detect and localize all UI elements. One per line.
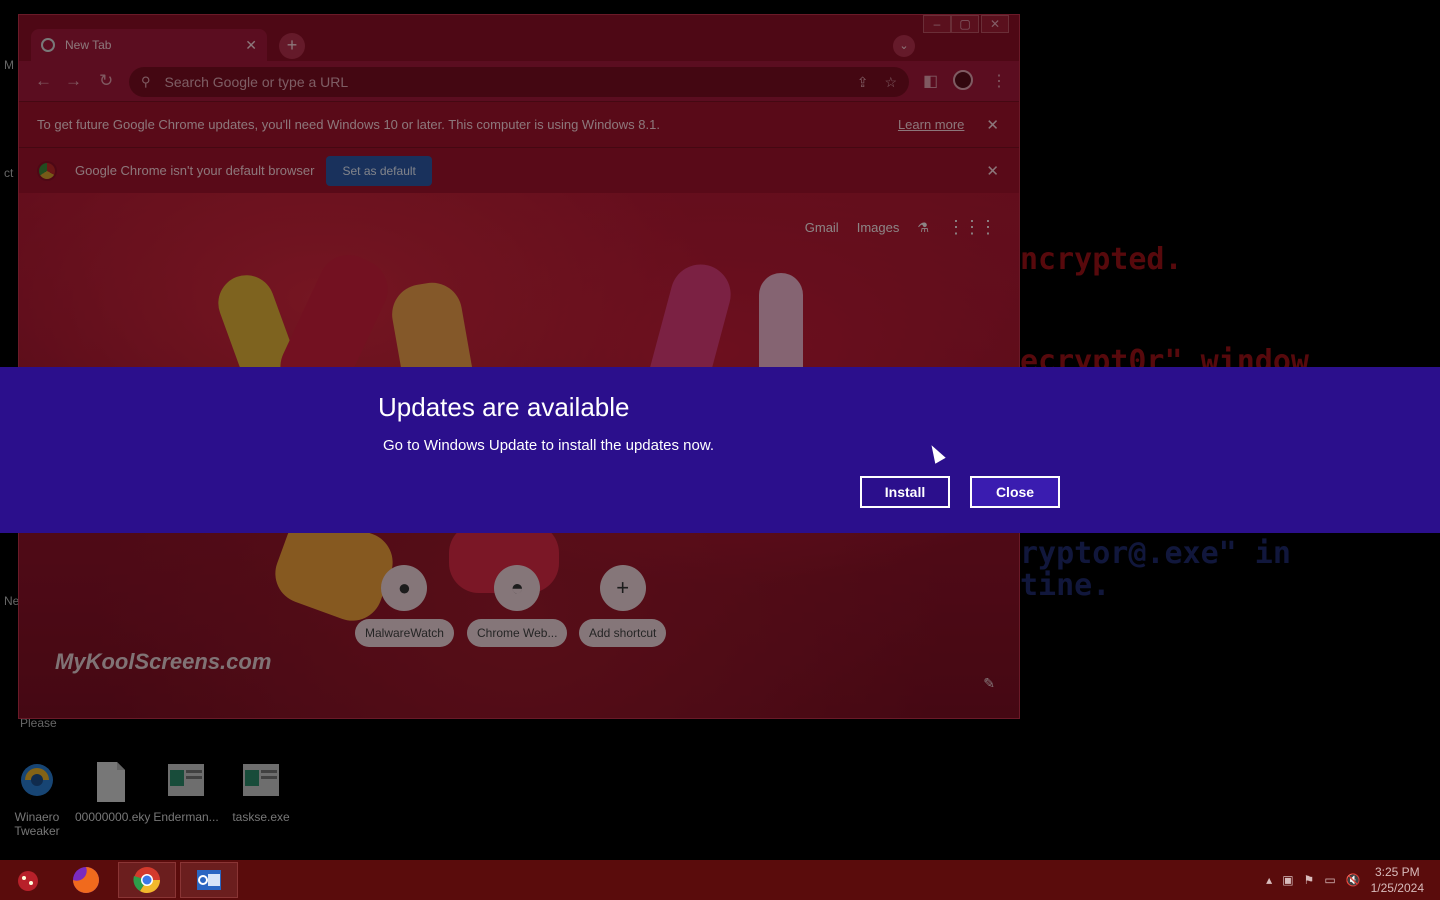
taskbar-chrome-icon[interactable]: [118, 862, 176, 898]
dialog-title: Updates are available: [378, 392, 630, 422]
network-device-icon[interactable]: ▣: [1282, 873, 1293, 887]
start-button[interactable]: [0, 862, 56, 898]
clock-time: 3:25 PM: [1374, 865, 1420, 879]
action-center-flag-icon[interactable]: ⚑: [1304, 873, 1315, 887]
show-hidden-icons-icon[interactable]: ▴: [1266, 873, 1272, 887]
install-button[interactable]: Install: [860, 476, 950, 508]
taskbar-firefox-icon[interactable]: [58, 862, 114, 898]
clock[interactable]: 3:25 PM 1/25/2024: [1371, 864, 1424, 896]
volume-muted-icon[interactable]: 🔇: [1346, 873, 1361, 887]
close-button[interactable]: Close: [970, 476, 1060, 508]
clock-date: 1/25/2024: [1370, 881, 1424, 895]
system-tray: ▴ ▣ ⚑ ▭ 🔇 3:25 PM 1/25/2024: [1266, 860, 1440, 900]
dialog-body: Go to Windows Update to install the upda…: [383, 437, 715, 454]
taskbar: ▴ ▣ ⚑ ▭ 🔇 3:25 PM 1/25/2024: [0, 860, 1440, 900]
update-dialog: Updates are available Go to Windows Upda…: [0, 367, 1440, 533]
network-icon[interactable]: ▭: [1324, 873, 1335, 887]
taskbar-outlook-icon[interactable]: [180, 862, 238, 898]
